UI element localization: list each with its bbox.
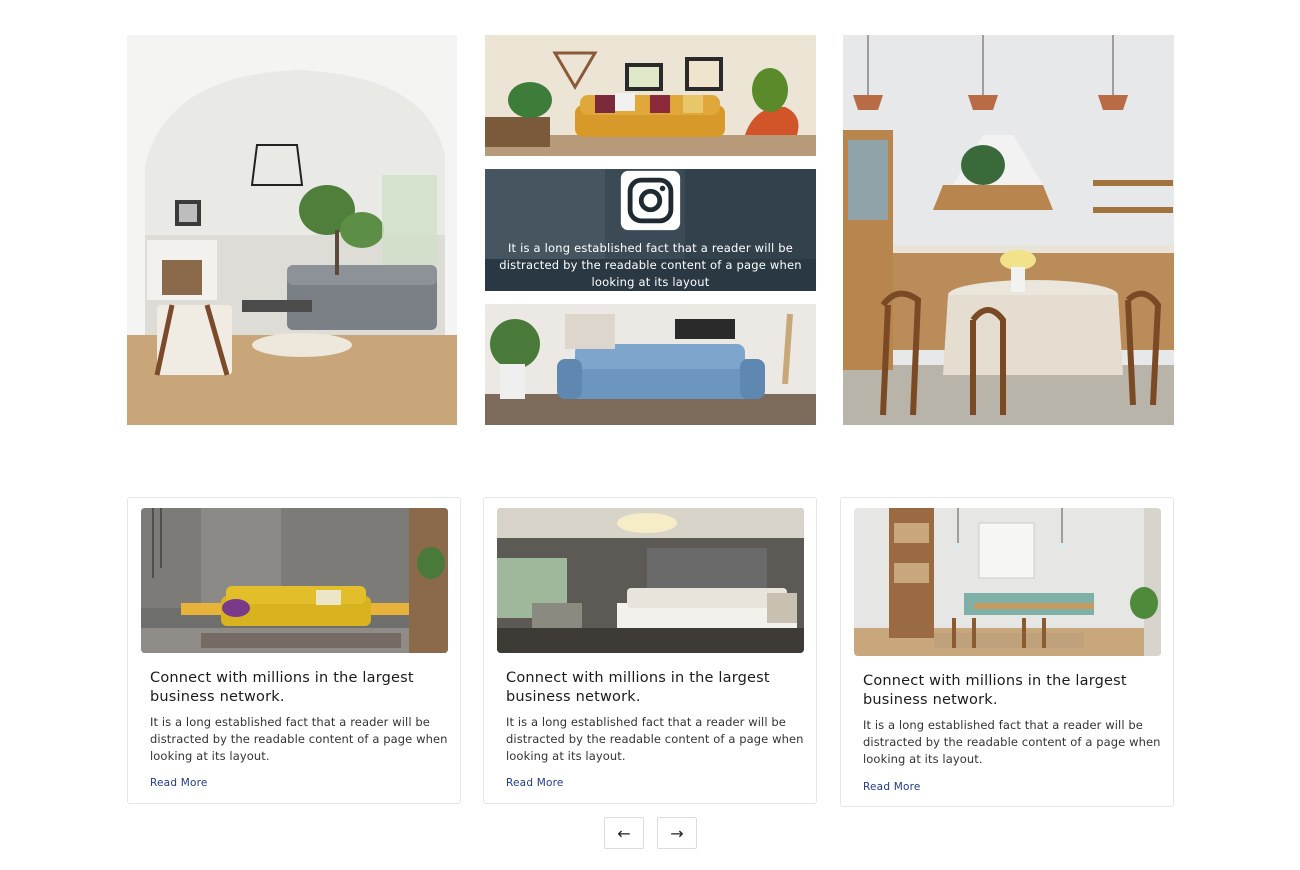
blog-card: Connect with millions in the largest bus… bbox=[127, 497, 461, 804]
gallery-image-blue-sofa[interactable] bbox=[485, 304, 816, 425]
gallery-image-orange-sofa[interactable] bbox=[485, 35, 816, 156]
card-text: It is a long established fact that a rea… bbox=[150, 715, 448, 763]
blog-card: Connect with millions in the largest bus… bbox=[840, 497, 1174, 807]
card-image-yellow-sofa[interactable] bbox=[141, 508, 448, 653]
read-more-link[interactable]: Read More bbox=[150, 777, 208, 789]
card-title: Connect with millions in the largest bus… bbox=[150, 670, 414, 705]
blog-card: Connect with millions in the largest bus… bbox=[483, 497, 817, 804]
card-text: It is a long established fact that a rea… bbox=[506, 715, 804, 763]
instagram-icon bbox=[620, 170, 681, 231]
gallery-image-instagram-overlay[interactable]: It is a long established fact that a rea… bbox=[485, 169, 816, 291]
card-text: It is a long established fact that a rea… bbox=[863, 718, 1161, 766]
read-more-link[interactable]: Read More bbox=[506, 777, 564, 789]
instagram-gallery: It is a long established fact that a rea… bbox=[127, 35, 1174, 425]
gallery-image-kitchen[interactable] bbox=[843, 35, 1174, 425]
instagram-overlay: It is a long established fact that a rea… bbox=[485, 169, 816, 291]
arrow-right-icon: → bbox=[670, 823, 684, 843]
prev-button[interactable]: ← bbox=[604, 817, 644, 849]
card-image-bedroom[interactable] bbox=[497, 508, 804, 653]
card-title: Connect with millions in the largest bus… bbox=[863, 673, 1127, 708]
read-more-link[interactable]: Read More bbox=[863, 781, 921, 793]
card-image-dining-room[interactable] bbox=[854, 508, 1161, 656]
card-title: Connect with millions in the largest bus… bbox=[506, 670, 770, 705]
gallery-image-living-room[interactable] bbox=[127, 35, 457, 425]
next-button[interactable]: → bbox=[657, 817, 697, 849]
arrow-left-icon: ← bbox=[617, 823, 631, 843]
overlay-text: It is a long established fact that a rea… bbox=[499, 241, 802, 289]
